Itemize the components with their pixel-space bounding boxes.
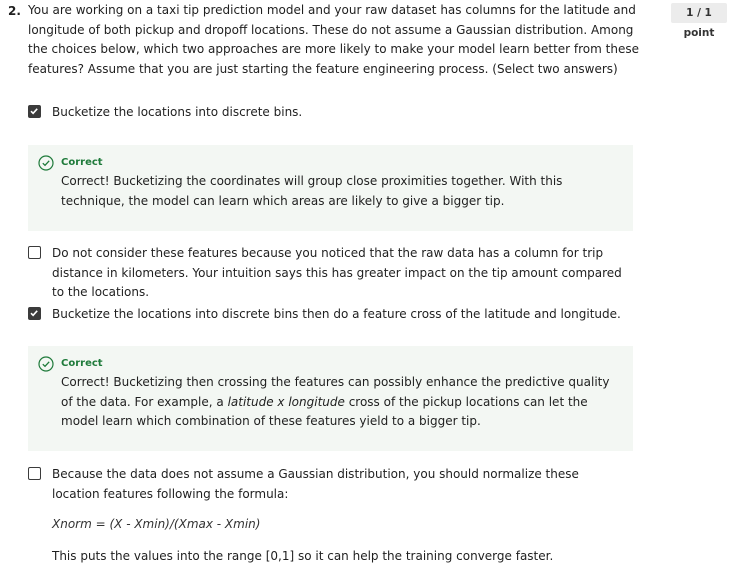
answer-option-label: Do not consider these features because y… bbox=[52, 246, 622, 299]
answer-option-label: Because the data does not assume a Gauss… bbox=[52, 467, 579, 501]
checkbox-unchecked-icon[interactable] bbox=[28, 467, 41, 480]
feedback-text: Correct! Bucketizing the coordinates wil… bbox=[61, 174, 563, 208]
option-note: This puts the values into the range [0,1… bbox=[52, 549, 554, 563]
feedback-status: Correct bbox=[61, 157, 103, 168]
question-number: 2. bbox=[8, 4, 21, 18]
feedback-emphasis: latitude x longitude bbox=[227, 394, 345, 409]
feedback-panel-3: Correct Correct! Bucketizing then crossi… bbox=[28, 346, 633, 451]
check-circle-icon bbox=[38, 356, 54, 376]
points-badge: 1 / 1 point bbox=[671, 3, 727, 39]
answer-option-label: Bucketize the locations into discrete bi… bbox=[52, 307, 621, 321]
answer-option-2[interactable]: Do not consider these features because y… bbox=[28, 244, 628, 303]
formula-text: Xnorm = (X - Xmin)/(Xmax - Xmin) bbox=[52, 517, 261, 531]
feedback-text: Correct! Bucketizing then crossing the f… bbox=[61, 373, 623, 432]
checkbox-unchecked-icon[interactable] bbox=[28, 246, 41, 259]
answer-option-4[interactable]: Because the data does not assume a Gauss… bbox=[28, 465, 628, 504]
checkbox-checked-icon[interactable] bbox=[28, 105, 41, 118]
answer-option-label: Bucketize the locations into discrete bi… bbox=[52, 105, 303, 119]
check-circle-icon bbox=[38, 155, 54, 175]
feedback-status: Correct bbox=[61, 358, 103, 369]
checkbox-checked-icon[interactable] bbox=[28, 307, 41, 320]
question-prompt: You are working on a taxi tip prediction… bbox=[28, 3, 639, 76]
answer-option-1[interactable]: Bucketize the locations into discrete bi… bbox=[28, 103, 628, 123]
feedback-panel-1: Correct Correct! Bucketizing the coordin… bbox=[28, 145, 633, 231]
answer-option-3[interactable]: Bucketize the locations into discrete bi… bbox=[28, 305, 628, 325]
